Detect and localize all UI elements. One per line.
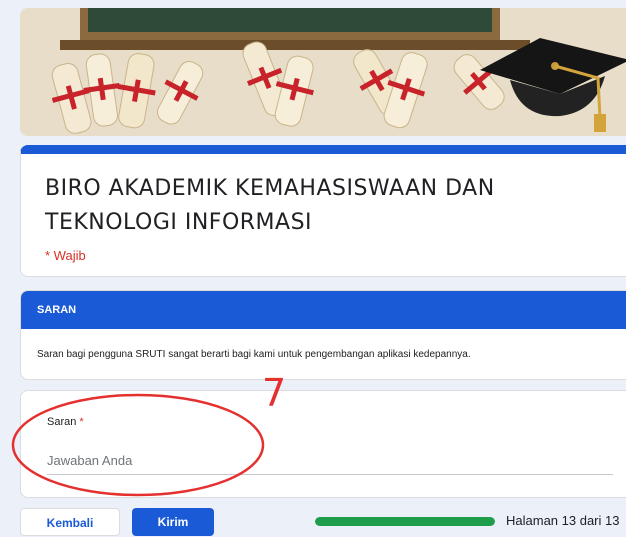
question-label: Saran * xyxy=(47,416,84,428)
submit-button[interactable]: Kirim xyxy=(132,508,214,536)
required-marker: * xyxy=(79,416,84,428)
section-title: SARAN xyxy=(21,291,626,329)
question-label-text: Saran xyxy=(47,416,77,428)
section-card: SARAN Saran bagi pengguna SRUTI sangat b… xyxy=(20,290,626,380)
chalkboard-icon xyxy=(60,8,530,50)
answer-input[interactable] xyxy=(47,451,613,475)
question-card: Saran * xyxy=(20,390,626,498)
form-header-card: BIRO AKADEMIK KEMAHASISWAAN DAN TEKNOLOG… xyxy=(20,145,626,277)
section-description: Saran bagi pengguna SRUTI sangat berarti… xyxy=(37,349,471,360)
annotation-number: 7 xyxy=(262,371,287,415)
form-title: BIRO AKADEMIK KEMAHASISWAAN DAN TEKNOLOG… xyxy=(45,176,495,235)
back-button[interactable]: Kembali xyxy=(20,508,120,536)
required-note: * Wajib xyxy=(45,248,86,263)
progress-bar xyxy=(315,517,495,526)
header-banner xyxy=(20,8,626,136)
progress-fill xyxy=(315,517,495,526)
page-indicator: Halaman 13 dari 13 xyxy=(506,513,620,528)
